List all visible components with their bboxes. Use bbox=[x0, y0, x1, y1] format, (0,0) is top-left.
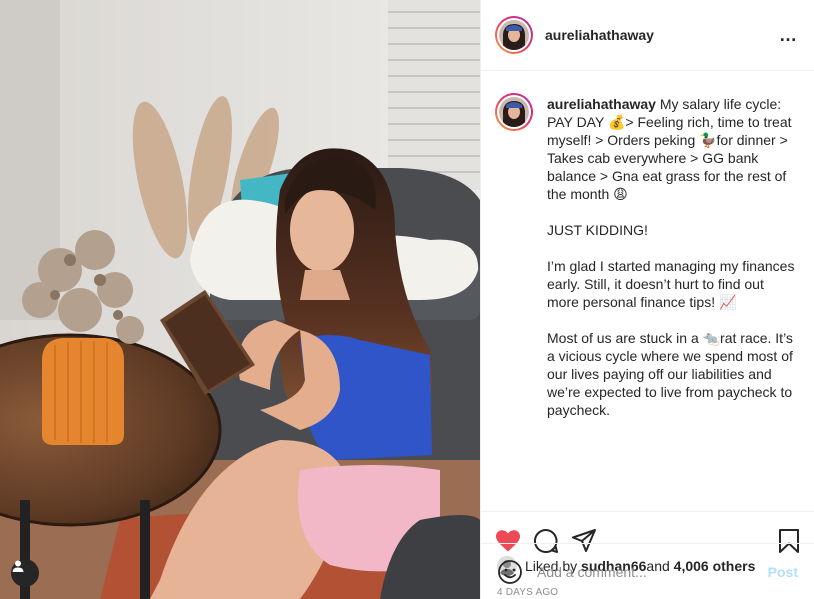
caption-area: aureliahathaway My salary life cycle: PA… bbox=[481, 71, 814, 511]
instagram-post-modal: aureliahathaway … aureliahathaway My sal… bbox=[0, 0, 814, 599]
comment-input[interactable] bbox=[537, 563, 768, 580]
user-tag-icon[interactable] bbox=[11, 559, 39, 587]
emoji-icon[interactable] bbox=[497, 559, 523, 585]
caption-text: My salary life cycle: PAY DAY 💰> Feeling… bbox=[547, 96, 795, 418]
photo-illustration bbox=[0, 0, 480, 599]
post-comment-button[interactable]: Post bbox=[768, 564, 798, 580]
caption-avatar[interactable] bbox=[495, 93, 533, 131]
post-header: aureliahathaway … bbox=[481, 0, 814, 71]
post-caption: aureliahathaway My salary life cycle: PA… bbox=[547, 95, 798, 511]
caption-username[interactable]: aureliahathaway bbox=[547, 96, 656, 112]
post-photo[interactable] bbox=[0, 0, 480, 599]
avatar[interactable] bbox=[495, 16, 533, 54]
more-options-icon[interactable]: … bbox=[779, 26, 798, 44]
post-sidebar: aureliahathaway … aureliahathaway My sal… bbox=[480, 0, 814, 599]
add-comment-bar: Post bbox=[481, 543, 814, 599]
post-username[interactable]: aureliahathaway bbox=[545, 27, 779, 43]
